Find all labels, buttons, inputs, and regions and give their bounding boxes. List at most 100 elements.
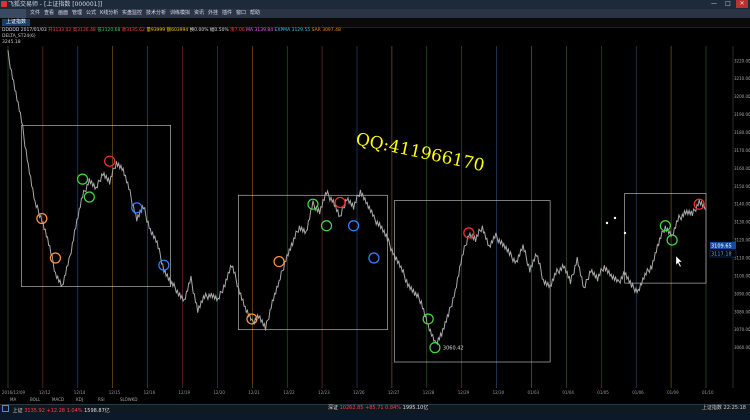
menu-formula[interactable]: 公式 [86, 9, 96, 18]
status-clock: 22:25:18 [723, 405, 746, 411]
price-tick-label: 3070.00 [734, 327, 750, 332]
date-tick-label: 12/26 [353, 390, 365, 395]
window-controls: — □ ✕ [708, 0, 748, 9]
date-tick-label: 12/21 [248, 390, 260, 395]
price-axis: 3220.00 3210.00 3200.00 3190.00 3180.00 3170.… [732, 46, 750, 390]
info-value-3: 高3136.48 [72, 28, 98, 33]
projection-dots [605, 216, 627, 235]
mouse-cursor-icon [675, 255, 683, 268]
window-title: 飞狐交易师 - [上证指数 [000001]] [8, 1, 103, 8]
signal-marker [320, 220, 333, 232]
price-tick-label: 3170.00 [734, 148, 750, 153]
date-tick-label: 12/27 [388, 390, 400, 395]
price-tick-label: 3200.00 [734, 94, 750, 99]
title-bar: 飞狐交易师 - [上证指数 [000001]] — □ ✕ [0, 0, 750, 9]
date-tick-label: 12/29 [458, 390, 470, 395]
date-tick-label: 01/05 [597, 390, 609, 395]
price-tick-label: 3120.00 [734, 238, 750, 243]
maximize-button[interactable]: □ [722, 0, 734, 8]
menu-bar-logo [0, 9, 26, 18]
indicator-tab-boll[interactable]: BOLL [30, 396, 40, 404]
signal-marker [104, 155, 116, 167]
price-tick-label: 3090.00 [734, 291, 750, 296]
info-value-2: 开3133.02 [48, 28, 73, 33]
indicator-tabs: MA BOLL MACD KDJ RSI SLOWKD [0, 396, 750, 404]
info-value-8: 换0.00% [189, 28, 210, 33]
menu-help[interactable]: 帮助 [250, 9, 260, 18]
menu-training[interactable]: 训练模拟 [170, 9, 190, 18]
tab-shanghai-index[interactable]: 上证指数 [2, 19, 31, 26]
date-tick-label: 01/10 [702, 390, 714, 395]
menu-window[interactable]: 窗口 [236, 9, 246, 18]
menu-news[interactable]: 资讯 [194, 9, 204, 18]
price-tick-label: 3180.00 [734, 130, 750, 135]
indicator-tab-rsi[interactable]: RSI [98, 396, 105, 404]
date-tick-label: 12/16 [144, 390, 156, 395]
price-tick-label: 3150.00 [734, 184, 750, 189]
quote-toggle-icon[interactable] [2, 405, 9, 412]
signal-marker [334, 196, 346, 209]
quote-shenzhen-name: 深证 [328, 405, 339, 411]
chart-tab-bar: 上证指数 [0, 18, 750, 28]
price-tick-label: 3190.00 [734, 112, 750, 117]
menu-monitor[interactable]: 实盘监控 [122, 9, 142, 18]
indicator-tab-slowkd[interactable]: SLOWKD [120, 396, 137, 404]
date-tick-label: 12/15 [109, 390, 121, 395]
menu-plugin[interactable]: 插件 [222, 9, 232, 18]
info-line-values: DDDDD 2017/01/03 开3133.02 高3136.48 低3120… [2, 28, 341, 34]
info-value-9: 幅0.50% [209, 28, 231, 33]
date-tick-label: 12/22 [283, 390, 295, 395]
signal-marker [429, 342, 441, 354]
indicator-tab-kdj[interactable]: KDJ [76, 396, 83, 404]
date-tick-label: 12/19 [179, 390, 191, 395]
current-price-label-2: 3117.18 [711, 252, 732, 258]
status-bar: 上证 3135.92 +12.28 1.04% 1598.87亿 深证 1026… [0, 404, 750, 420]
price-tick-label: 3110.00 [734, 256, 750, 261]
menu-screen[interactable]: 画面 [58, 9, 68, 18]
info-value-12: EXPMA 3129.55 [274, 28, 312, 33]
price-tick-label: 3130.00 [734, 220, 750, 225]
date-tick-label: 12/28 [423, 390, 435, 395]
signal-markers [36, 155, 705, 354]
quote-shenzhen-amount: 1995.10亿 [402, 405, 429, 411]
signal-marker [83, 191, 95, 203]
close-button[interactable]: ✕ [736, 0, 748, 8]
watermark-qq: QQ:411966170 [354, 129, 486, 176]
signal-marker [273, 255, 285, 268]
menu-file[interactable]: 文件 [30, 9, 40, 18]
info-value-11: MA 3139.84 [246, 28, 275, 33]
price-tick-label: 3140.00 [734, 202, 750, 207]
menu-plugin-ext[interactable]: 外挂 [208, 9, 218, 18]
range-box [393, 200, 551, 363]
low-price-label: 3060.42 [443, 346, 464, 352]
session-divider-lines [7, 46, 707, 388]
indicator-tab-macd[interactable]: MACD [52, 396, 64, 404]
date-tick-label: 12/20 [213, 390, 225, 395]
price-tick-label: 3210.00 [734, 76, 750, 81]
signal-marker [368, 252, 380, 264]
menu-manage[interactable]: 管理 [72, 9, 82, 18]
minimize-button[interactable]: — [708, 0, 720, 8]
price-tick-label: 3100.00 [734, 273, 750, 278]
kline-chart[interactable]: 3220.00 3210.00 3200.00 3190.00 3180.00 3170.… [0, 46, 750, 390]
signal-marker [131, 202, 143, 214]
date-tick-label: 12/23 [318, 390, 330, 395]
status-bar-bottom-strip [0, 413, 750, 419]
status-right: 上证指数 22:25:18 [702, 405, 746, 412]
info-value-5: 收3135.62 [121, 28, 147, 33]
indicator-tab-ma[interactable]: MA [10, 396, 16, 404]
info-value-13: SAR 3097.48 [311, 28, 341, 33]
menu-tech-analysis[interactable]: 技术分析 [146, 9, 166, 18]
quote-shenzhen[interactable]: 深证 10262.85 +85.71 0.84% 1995.10亿 [328, 405, 428, 412]
price-tick-label: 3060.00 [734, 345, 750, 350]
menu-bar: 文件 查看 画面 管理 公式 K线分析 实盘监控 技术分析 训练模拟 资讯 外挂… [0, 9, 750, 18]
menu-view[interactable]: 查看 [44, 9, 54, 18]
date-tick-label: 01/06 [632, 390, 644, 395]
info-value-7: 额603994 [166, 28, 190, 33]
indicator-info-bar: DDDDD 2017/01/03 开3133.02 高3136.48 低3120… [0, 28, 750, 46]
menu-kline[interactable]: K线分析 [100, 9, 118, 18]
date-tick-label: 01/09 [667, 390, 679, 395]
signal-marker [422, 313, 434, 325]
price-tick-label: 3220.00 [734, 58, 750, 63]
info-value-4: 低3120.68 [97, 28, 122, 33]
